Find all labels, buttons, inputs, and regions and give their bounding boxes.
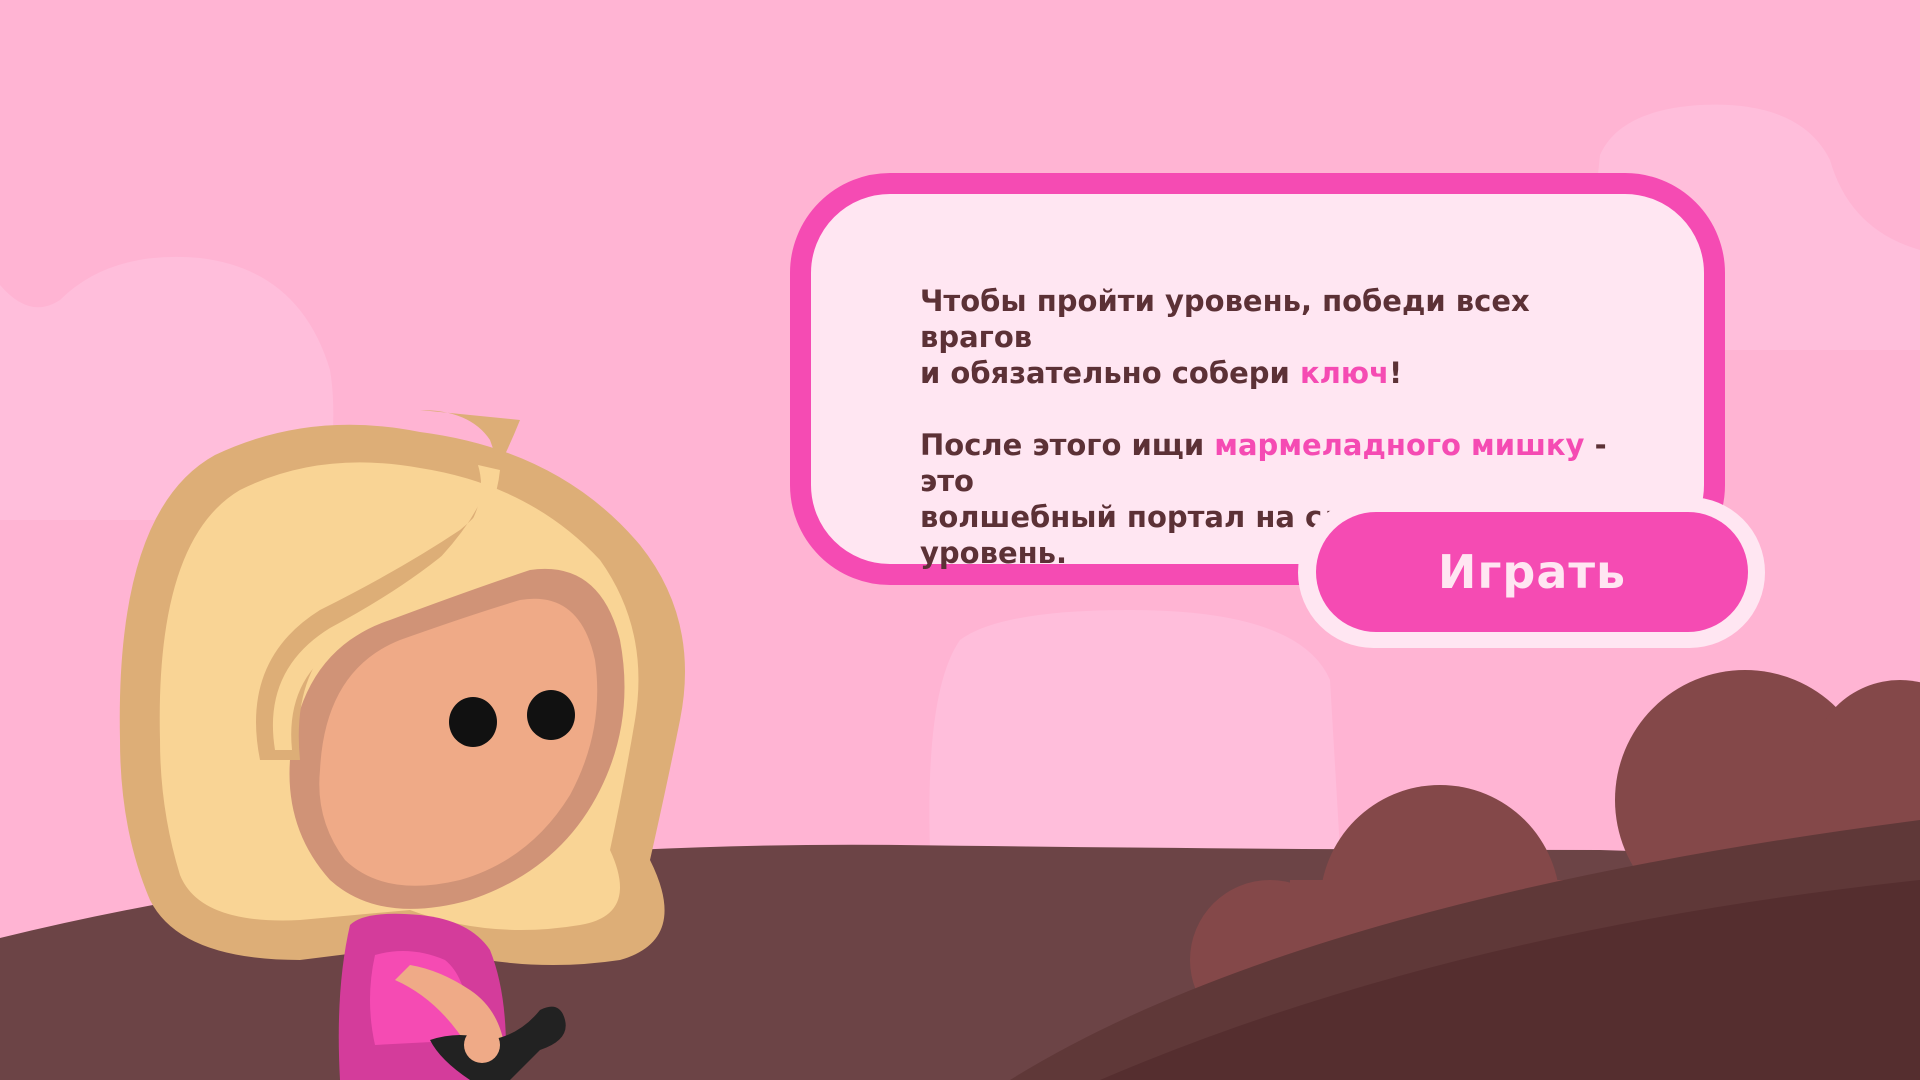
- dialog-line-1: Чтобы пройти уровень, победи всех врагов: [920, 284, 1530, 354]
- right-eye: [527, 690, 575, 740]
- gummy-bear-highlight: мармеладного мишку: [1214, 428, 1585, 462]
- left-eye: [449, 697, 497, 747]
- dialog-line-2-end: !: [1388, 356, 1403, 390]
- key-highlight: ключ: [1299, 356, 1389, 390]
- dialog-line-3: После этого ищи: [920, 428, 1215, 462]
- dialog-line-2: и обязательно собери: [920, 356, 1300, 390]
- cloud-middle: [929, 610, 1340, 850]
- dialog-paragraph-1: Чтобы пройти уровень, победи всех врагов…: [920, 283, 1640, 391]
- play-button[interactable]: Играть: [1316, 512, 1748, 632]
